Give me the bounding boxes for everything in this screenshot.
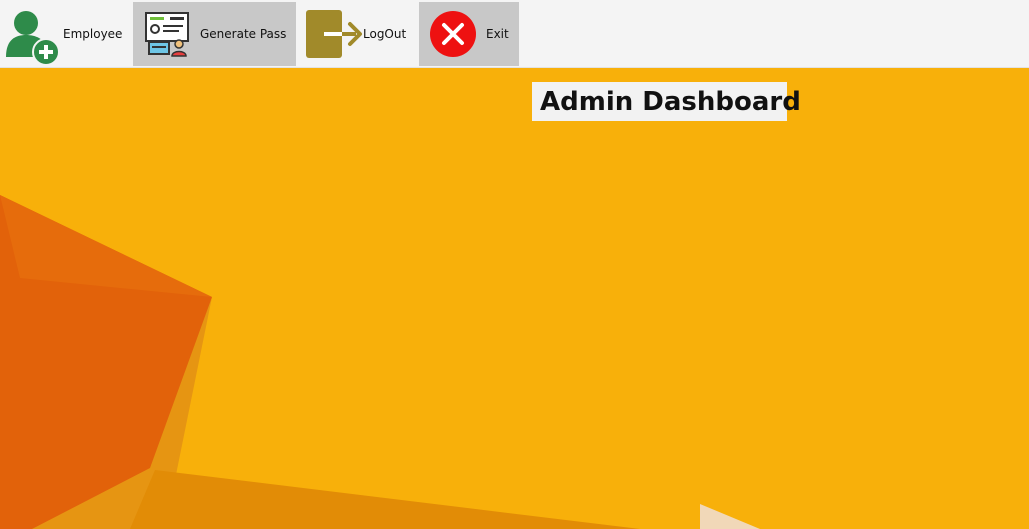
page-title: Admin Dashboard: [540, 87, 801, 117]
employee-button[interactable]: Employee: [0, 2, 128, 66]
logout-icon: [306, 10, 362, 58]
bottom-orange-band: [130, 470, 640, 529]
generate-pass-label: Generate Pass: [200, 27, 287, 41]
page-title-box: Admin Dashboard: [532, 82, 801, 121]
exit-button[interactable]: Exit: [419, 2, 519, 66]
add-user-icon: [6, 11, 60, 65]
exit-label: Exit: [486, 27, 509, 41]
employee-label: Employee: [63, 27, 123, 41]
logout-button[interactable]: LogOut: [302, 2, 414, 66]
id-pass-icon: [145, 12, 189, 57]
generate-pass-button[interactable]: Generate Pass: [133, 2, 296, 66]
bottom-light-shard: [700, 504, 760, 529]
top-toolbar: Employee Generate Pass LogOut Exit: [0, 0, 1029, 68]
logout-label: LogOut: [363, 27, 407, 41]
dashboard-background: [0, 68, 1029, 529]
close-icon: [430, 11, 476, 57]
background-shapes: [0, 195, 760, 529]
